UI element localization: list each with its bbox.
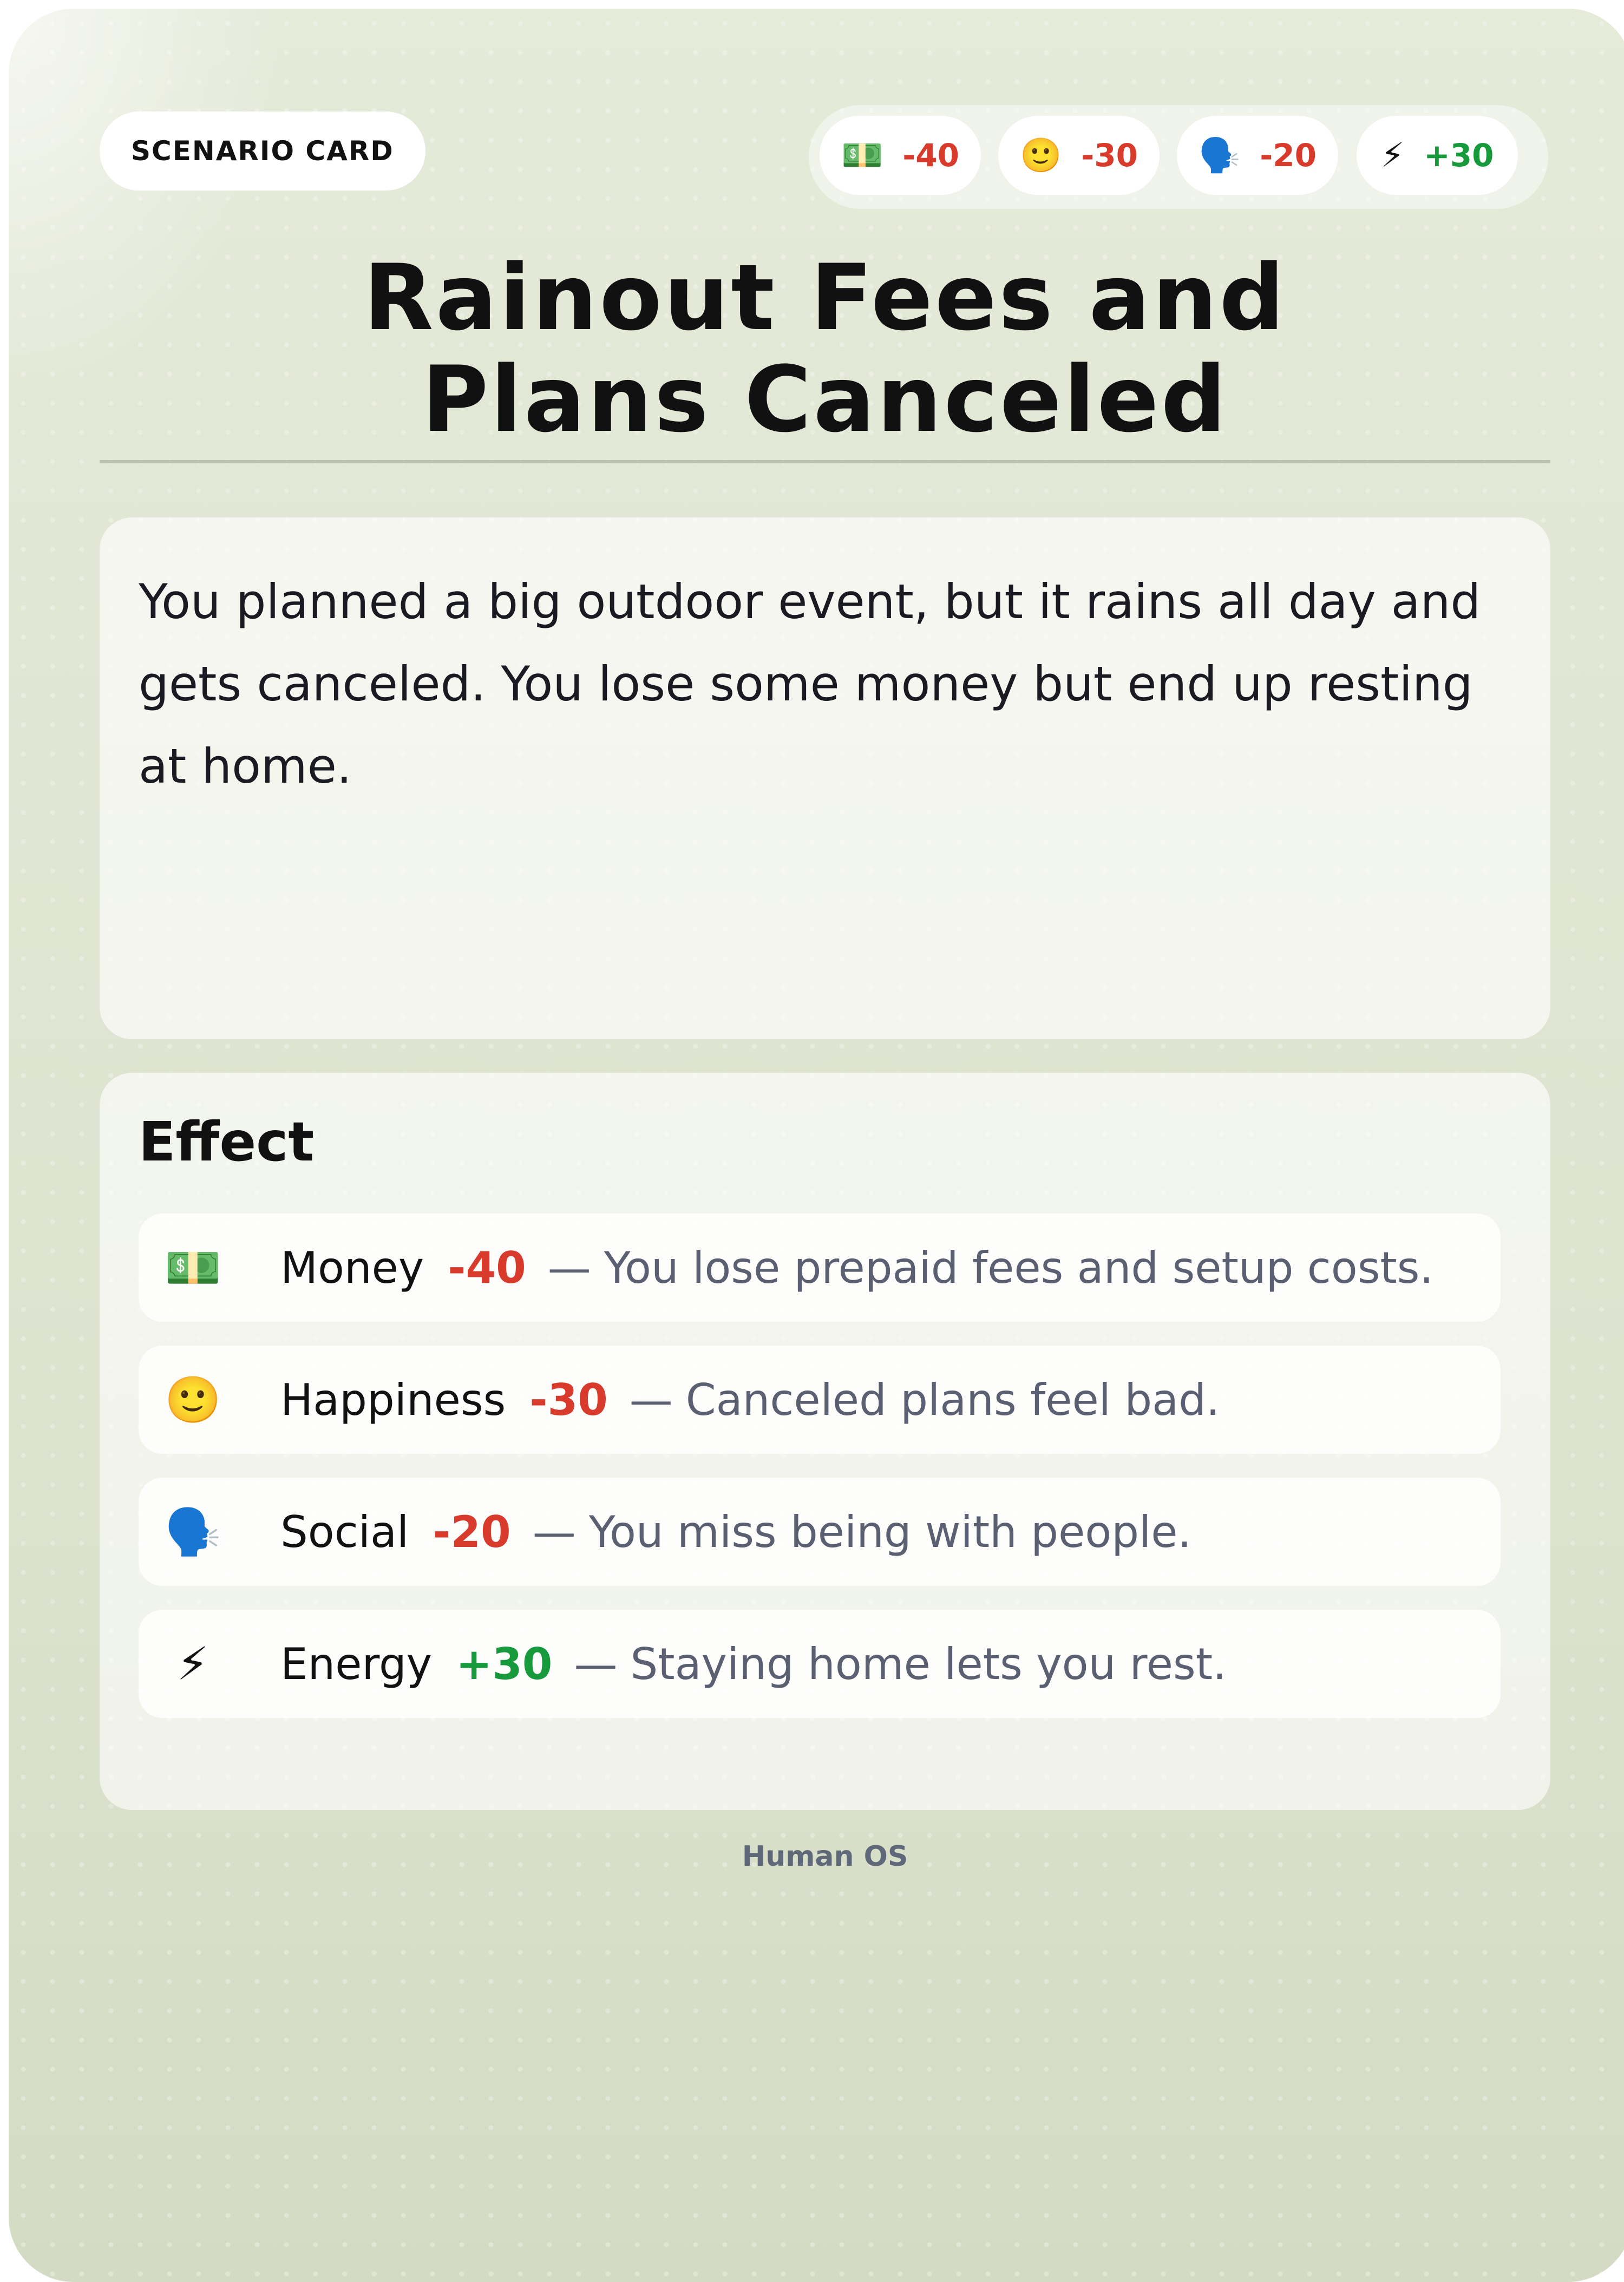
money-icon: 💵 (841, 135, 883, 175)
lightning-icon: ⚡ (1380, 135, 1405, 175)
scenario-card-tag: SCENARIO CARD (100, 112, 425, 191)
stat-pill-energy: ⚡ +30 (1357, 116, 1518, 195)
smile-icon: 🙂 (1020, 135, 1062, 175)
description-panel: You planned a big outdoor event, but it … (100, 517, 1550, 1039)
effect-heading: Effect (139, 1110, 315, 1173)
effect-row-energy: ⚡ Energy +30 — Staying home lets you res… (139, 1610, 1501, 1718)
speaking-head-icon: 🗣️ (1199, 135, 1241, 175)
effect-name: Money (280, 1242, 424, 1293)
effect-value: -40 (448, 1242, 526, 1293)
scenario-description: You planned a big outdoor event, but it … (139, 574, 1481, 794)
card-title: Rainout Fees and Plans Canceled (100, 247, 1550, 450)
effect-note: You lose prepaid fees and setup costs. (604, 1242, 1433, 1293)
stat-value-happiness: -30 (1081, 137, 1138, 174)
effect-note: Staying home lets you rest. (630, 1638, 1227, 1689)
card-title-line-2: Plans Canceled (422, 346, 1228, 453)
effect-note: You miss being with people. (588, 1506, 1191, 1557)
effect-name: Happiness (280, 1374, 506, 1425)
effect-value: -20 (433, 1506, 511, 1557)
effect-name: Social (280, 1506, 409, 1557)
stat-pill-money: 💵 -40 (820, 116, 981, 195)
effect-note: Canceled plans feel bad. (685, 1374, 1220, 1425)
stat-value-energy: +30 (1424, 137, 1494, 174)
effect-name: Energy (280, 1638, 433, 1689)
effect-separator: — (547, 1242, 591, 1293)
stat-summary: 💵 -40 🙂 -30 🗣️ -20 ⚡ +30 (809, 105, 1548, 209)
title-divider (100, 460, 1550, 463)
effect-row-happiness: 🙂 Happiness -30 — Canceled plans feel ba… (139, 1346, 1501, 1454)
stat-value-money: -40 (902, 137, 959, 174)
effect-separator: — (532, 1506, 576, 1557)
effect-panel: Effect 💵 Money -40 — You lose prepaid fe… (100, 1073, 1550, 1810)
scenario-card: SCENARIO CARD 💵 -40 🙂 -30 🗣️ -20 ⚡ +30 R… (9, 9, 1624, 2282)
effect-value: +30 (456, 1638, 553, 1689)
effect-row-money: 💵 Money -40 — You lose prepaid fees and … (139, 1214, 1501, 1322)
effect-row-social: 🗣️ Social -20 — You miss being with peop… (139, 1478, 1501, 1586)
effect-separator: — (629, 1374, 673, 1425)
stat-pill-happiness: 🙂 -30 (998, 116, 1160, 195)
stat-value-social: -20 (1260, 137, 1317, 174)
card-title-line-1: Rainout Fees and (363, 245, 1287, 351)
card-footer: Human OS (742, 1840, 908, 1873)
money-icon: 💵 (165, 1241, 221, 1294)
lightning-icon: ⚡ (176, 1637, 209, 1690)
scenario-card-tag-label: SCENARIO CARD (131, 135, 394, 167)
effect-value: -30 (529, 1374, 608, 1425)
effect-separator: — (574, 1638, 618, 1689)
stat-pill-social: 🗣️ -20 (1177, 116, 1338, 195)
speaking-head-icon: 🗣️ (165, 1505, 221, 1558)
smile-icon: 🙂 (165, 1373, 221, 1426)
